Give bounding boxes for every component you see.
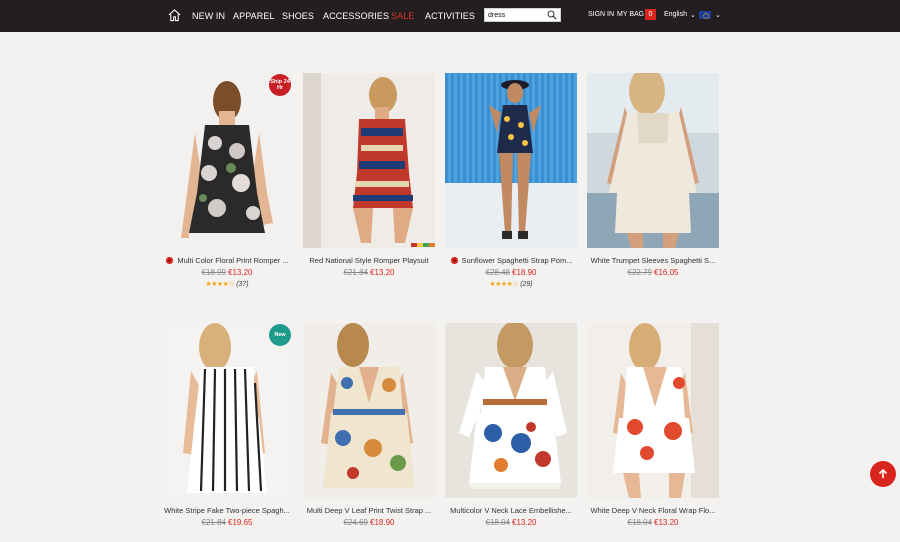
sign-in-link[interactable]: SIGN IN bbox=[588, 11, 614, 18]
sale-price: €13.20 bbox=[512, 518, 537, 527]
product-image[interactable] bbox=[303, 73, 435, 248]
product-title-text: Multi Color Floral Print Romper ... bbox=[177, 256, 289, 265]
old-price: €24.69 bbox=[343, 518, 368, 527]
old-price: €21.84 bbox=[201, 518, 226, 527]
new-badge: New bbox=[269, 324, 291, 346]
product-title-text: White Trumpet Sleeves Spaghetti S... bbox=[590, 256, 716, 265]
nav-accessories[interactable]: ACCESSORIES bbox=[323, 11, 389, 21]
price-row: €18.04 €13.20 bbox=[445, 518, 577, 527]
top-navigation-bar: NEW IN APPAREL SHOES ACCESSORIES SALE AC… bbox=[0, 0, 900, 32]
my-bag-link[interactable]: MY BAG bbox=[617, 11, 644, 18]
product-title[interactable]: Multi Color Floral Print Romper ... bbox=[161, 256, 293, 265]
product-image[interactable] bbox=[587, 323, 719, 498]
product-image[interactable] bbox=[161, 323, 293, 498]
product-title-text: Multicolor V Neck Lace Embellishe... bbox=[450, 506, 572, 515]
old-price: €18.04 bbox=[627, 518, 652, 527]
product-title-text: White Deep V Neck Floral Wrap Flo... bbox=[590, 506, 716, 515]
arrow-up-icon bbox=[878, 468, 888, 478]
product-title-text: Sunflower Spaghetti Strap Pom... bbox=[461, 256, 573, 265]
product-title[interactable]: White Stripe Fake Two-piece Spagh... bbox=[161, 506, 293, 515]
star-rating: ★★★★☆ bbox=[489, 281, 519, 288]
nav-shoes[interactable]: SHOES bbox=[282, 11, 314, 21]
price-row: €28.48 €18.90 bbox=[445, 268, 577, 277]
nav-activities[interactable]: ACTIVITIES bbox=[425, 11, 475, 21]
old-price: €18.04 bbox=[485, 518, 510, 527]
currency-chevron-down-icon[interactable]: ⌄ bbox=[715, 11, 721, 19]
old-price: €21.84 bbox=[343, 268, 368, 277]
product-title[interactable]: Multicolor V Neck Lace Embellishe... bbox=[445, 506, 577, 515]
review-count: (29) bbox=[520, 281, 533, 288]
product-title[interactable]: Multi Deep V Leaf Print Twist Strap ... bbox=[303, 506, 435, 515]
product-title[interactable]: White Deep V Neck Floral Wrap Flo... bbox=[587, 506, 719, 515]
nav-new-in[interactable]: NEW IN bbox=[192, 11, 225, 21]
product-title[interactable]: Sunflower Spaghetti Strap Pom... bbox=[445, 256, 577, 265]
scroll-to-top-button[interactable] bbox=[870, 461, 896, 487]
sale-price: €18.90 bbox=[370, 518, 395, 527]
product-title-text: Multi Deep V Leaf Print Twist Strap ... bbox=[306, 506, 432, 515]
price-row: €21.84 €19.65 bbox=[161, 518, 293, 527]
product-image[interactable] bbox=[161, 73, 293, 248]
nav-apparel[interactable]: APPAREL bbox=[233, 11, 275, 21]
sale-price: €13.20 bbox=[228, 268, 253, 277]
product-image[interactable] bbox=[587, 73, 719, 248]
product-title-text: Red National Style Romper Playsuit bbox=[309, 256, 429, 265]
old-price: €22.79 bbox=[627, 268, 652, 277]
language-chevron-down-icon[interactable]: ⌄ bbox=[690, 11, 696, 19]
sale-price: €13.20 bbox=[654, 518, 679, 527]
product-title-text: White Stripe Fake Two-piece Spagh... bbox=[164, 506, 290, 515]
product-title[interactable]: Red National Style Romper Playsuit bbox=[303, 256, 435, 265]
product-image[interactable] bbox=[445, 323, 577, 498]
language-selector[interactable]: English bbox=[664, 11, 687, 18]
home-icon[interactable] bbox=[168, 8, 181, 22]
old-price: €28.48 bbox=[485, 268, 510, 277]
review-count: (37) bbox=[236, 281, 249, 288]
price-row: €22.79 €16.05 bbox=[587, 268, 719, 277]
search-box bbox=[484, 8, 561, 22]
price-row: €24.69 €18.90 bbox=[303, 518, 435, 527]
sale-price: €19.65 bbox=[228, 518, 253, 527]
old-price: €18.99 bbox=[201, 268, 226, 277]
rating-row[interactable]: ★★★★☆ (29) bbox=[445, 280, 577, 288]
sale-price: €16.05 bbox=[654, 268, 679, 277]
search-icon[interactable] bbox=[547, 10, 557, 20]
product-image[interactable] bbox=[303, 323, 435, 498]
search-input[interactable] bbox=[488, 10, 546, 20]
rose-icon bbox=[450, 256, 458, 265]
eu-flag-icon[interactable] bbox=[699, 11, 711, 19]
product-title[interactable]: White Trumpet Sleeves Spaghetti S... bbox=[587, 256, 719, 265]
price-row: €18.04 €13.20 bbox=[587, 518, 719, 527]
sale-price: €18.90 bbox=[512, 268, 537, 277]
sale-price: €13.20 bbox=[370, 268, 395, 277]
ship-24hr-badge: Ship 24 Hr bbox=[269, 74, 291, 96]
rating-row[interactable]: ★★★★☆ (37) bbox=[161, 280, 293, 288]
nav-sale[interactable]: SALE bbox=[391, 11, 414, 21]
bag-count-badge[interactable]: 0 bbox=[645, 9, 656, 20]
price-row: €21.84 €13.20 bbox=[303, 268, 435, 277]
star-rating: ★★★★☆ bbox=[205, 281, 235, 288]
rose-icon bbox=[166, 256, 174, 265]
price-row: €18.99 €13.20 bbox=[161, 268, 293, 277]
product-image[interactable] bbox=[445, 73, 577, 248]
